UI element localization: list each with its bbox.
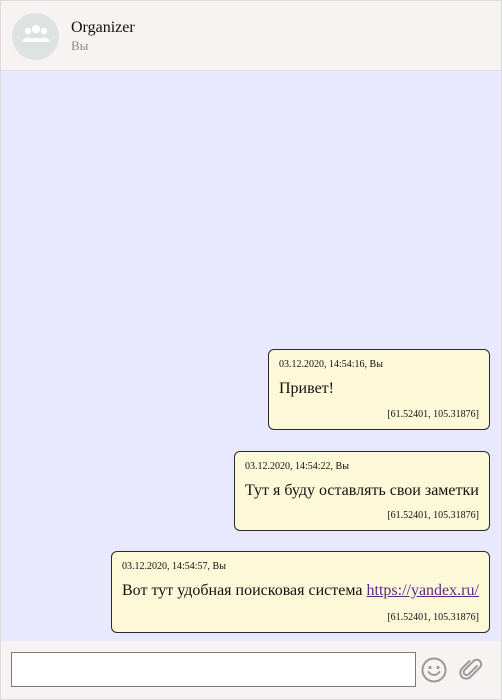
message-text-content: Вот тут удобная поисковая система: [122, 582, 367, 599]
chat-window: Organizer Вы 03.12.2020, 14:54:16, Вы Пр…: [0, 0, 502, 700]
message-text: Вот тут удобная поисковая система https:…: [122, 582, 479, 600]
smiley-icon[interactable]: [420, 656, 448, 684]
paperclip-icon[interactable]: [457, 656, 485, 684]
message-coords: [61.52401, 105.31876]: [387, 612, 479, 623]
message-input[interactable]: [11, 652, 416, 687]
message-meta: 03.12.2020, 14:54:16, Вы: [279, 359, 383, 370]
message-link[interactable]: https://yandex.ru/: [367, 582, 479, 599]
chat-header: Organizer Вы: [1, 1, 501, 71]
chat-subtitle: Вы: [71, 38, 89, 53]
message-text: Привет!: [279, 380, 334, 397]
message-bubble[interactable]: 03.12.2020, 14:54:22, Вы Тут я буду оста…: [234, 451, 490, 531]
message-text: Тут я буду оставлять свои заметки: [245, 482, 479, 499]
message-coords: [61.52401, 105.31876]: [387, 409, 479, 420]
message-list[interactable]: 03.12.2020, 14:54:16, Вы Привет! [61.524…: [1, 71, 501, 641]
group-icon: [21, 23, 51, 50]
message-coords: [61.52401, 105.31876]: [387, 510, 479, 521]
message-bubble[interactable]: 03.12.2020, 14:54:57, Вы Вот тут удобная…: [111, 551, 490, 633]
message-meta: 03.12.2020, 14:54:22, Вы: [245, 461, 349, 472]
composer-bar: [1, 641, 501, 699]
chat-title: Organizer: [71, 19, 135, 36]
message-meta: 03.12.2020, 14:54:57, Вы: [122, 561, 226, 572]
message-bubble[interactable]: 03.12.2020, 14:54:16, Вы Привет! [61.524…: [268, 349, 490, 430]
avatar[interactable]: [12, 13, 59, 60]
